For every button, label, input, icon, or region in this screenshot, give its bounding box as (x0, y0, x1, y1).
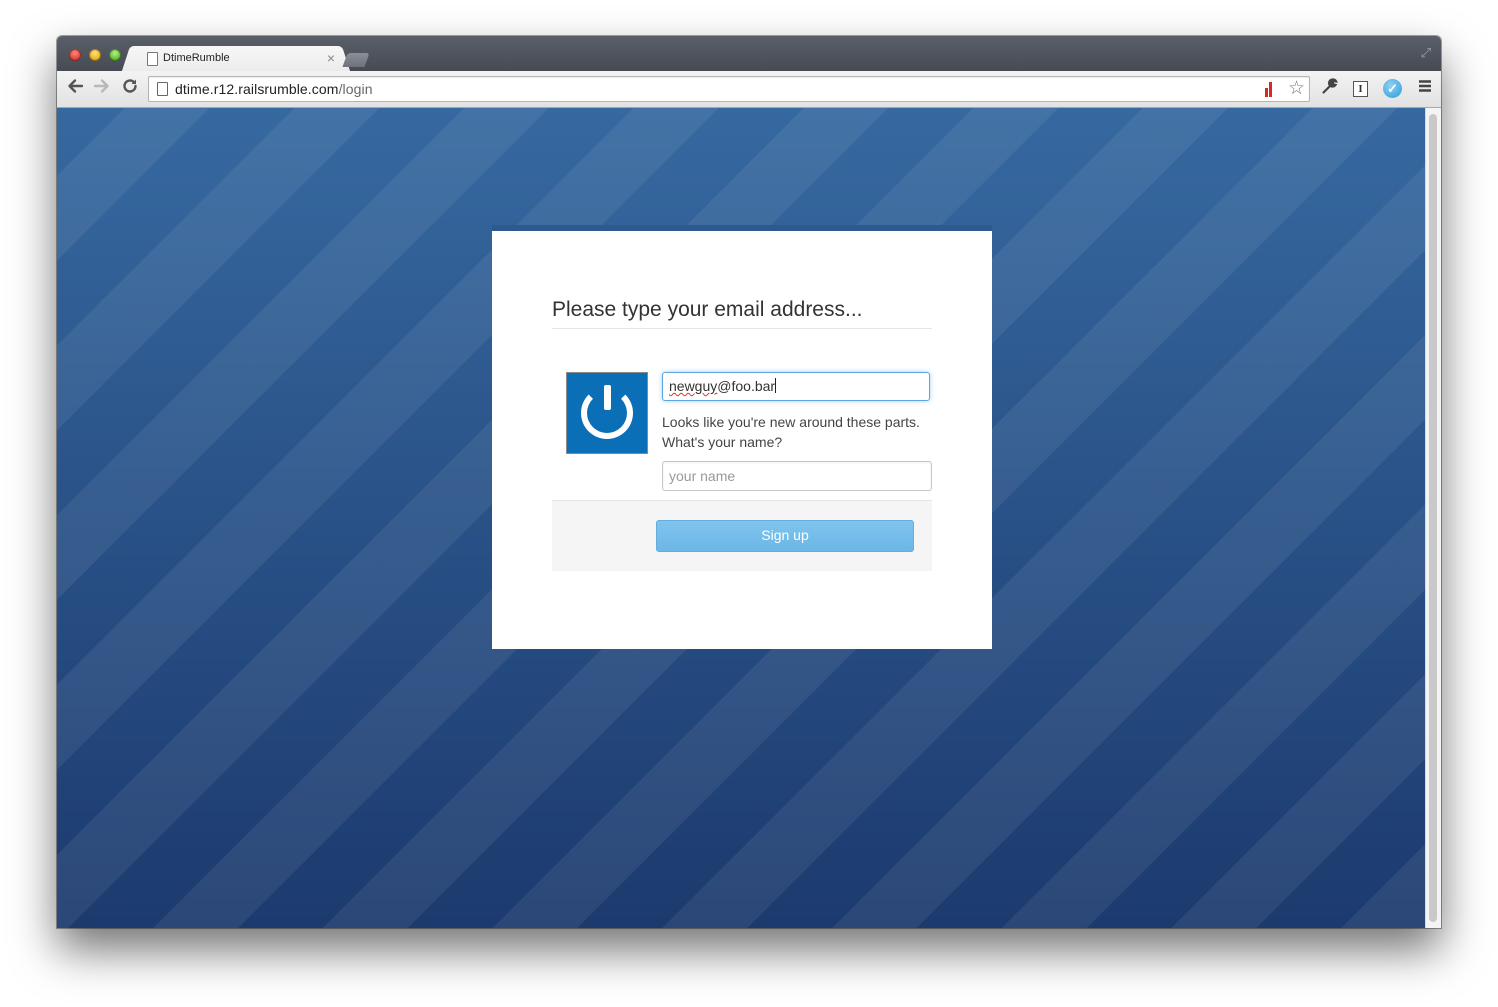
text-caret (775, 378, 777, 393)
arrow-left-icon (68, 79, 84, 93)
power-logo-icon (566, 372, 648, 454)
hint-line-2: What's your name? (662, 434, 783, 450)
url-host: dtime.r12.railsrumble.com (175, 81, 339, 97)
new-user-hint: Looks like you're new around these parts… (662, 412, 942, 452)
fullscreen-icon[interactable]: ⤢ (1421, 45, 1431, 61)
form-actions: Sign up (552, 500, 932, 571)
email-value-misspelled: newguy (669, 378, 718, 394)
page-icon (147, 52, 158, 66)
instapaper-icon[interactable]: I (1353, 81, 1368, 97)
scrollbar[interactable] (1425, 108, 1441, 928)
window-maximize-button[interactable] (109, 49, 121, 61)
browser-toolbar: dtime.r12.railsrumble.com/login ☆ I ✓ (57, 71, 1441, 108)
tab-strip: DtimeRumble × ⤢ (57, 36, 1441, 71)
page-background: Please type your email address... newguy… (57, 108, 1426, 928)
browser-window: DtimeRumble × ⤢ dtime.r12.railsrumble.co… (57, 36, 1441, 928)
wrench-icon[interactable] (1321, 77, 1339, 101)
address-bar[interactable]: dtime.r12.railsrumble.com/login ☆ (148, 76, 1310, 102)
sign-up-button[interactable]: Sign up (656, 520, 914, 552)
page-title: Please type your email address... (552, 298, 932, 329)
back-button[interactable] (66, 77, 84, 101)
email-value-rest: @foo.bar (717, 378, 776, 394)
bar-chart-icon[interactable] (1265, 82, 1277, 97)
arrow-right-icon (93, 79, 109, 93)
name-field[interactable] (662, 461, 932, 491)
browser-tab[interactable]: DtimeRumble × (133, 46, 339, 71)
login-card: Please type your email address... newguy… (492, 225, 992, 649)
page-icon (157, 82, 168, 96)
reload-button[interactable] (121, 77, 139, 100)
email-field[interactable]: newguy@foo.bar (662, 372, 930, 401)
url-text[interactable]: dtime.r12.railsrumble.com/login (175, 81, 373, 97)
tab-title: DtimeRumble (163, 52, 230, 64)
menu-icon[interactable] (1417, 77, 1433, 99)
tab-close-icon[interactable]: × (327, 49, 335, 67)
window-minimize-button[interactable] (89, 49, 101, 61)
extension-icon[interactable]: ✓ (1383, 79, 1402, 98)
forward-button[interactable] (93, 77, 111, 101)
url-path: /login (338, 81, 373, 97)
scrollbar-thumb[interactable] (1429, 114, 1437, 922)
window-close-button[interactable] (69, 49, 81, 61)
star-icon[interactable]: ☆ (1288, 77, 1305, 100)
new-tab-button[interactable] (342, 53, 370, 67)
hint-line-1: Looks like you're new around these parts… (662, 414, 920, 430)
reload-icon (123, 79, 137, 93)
